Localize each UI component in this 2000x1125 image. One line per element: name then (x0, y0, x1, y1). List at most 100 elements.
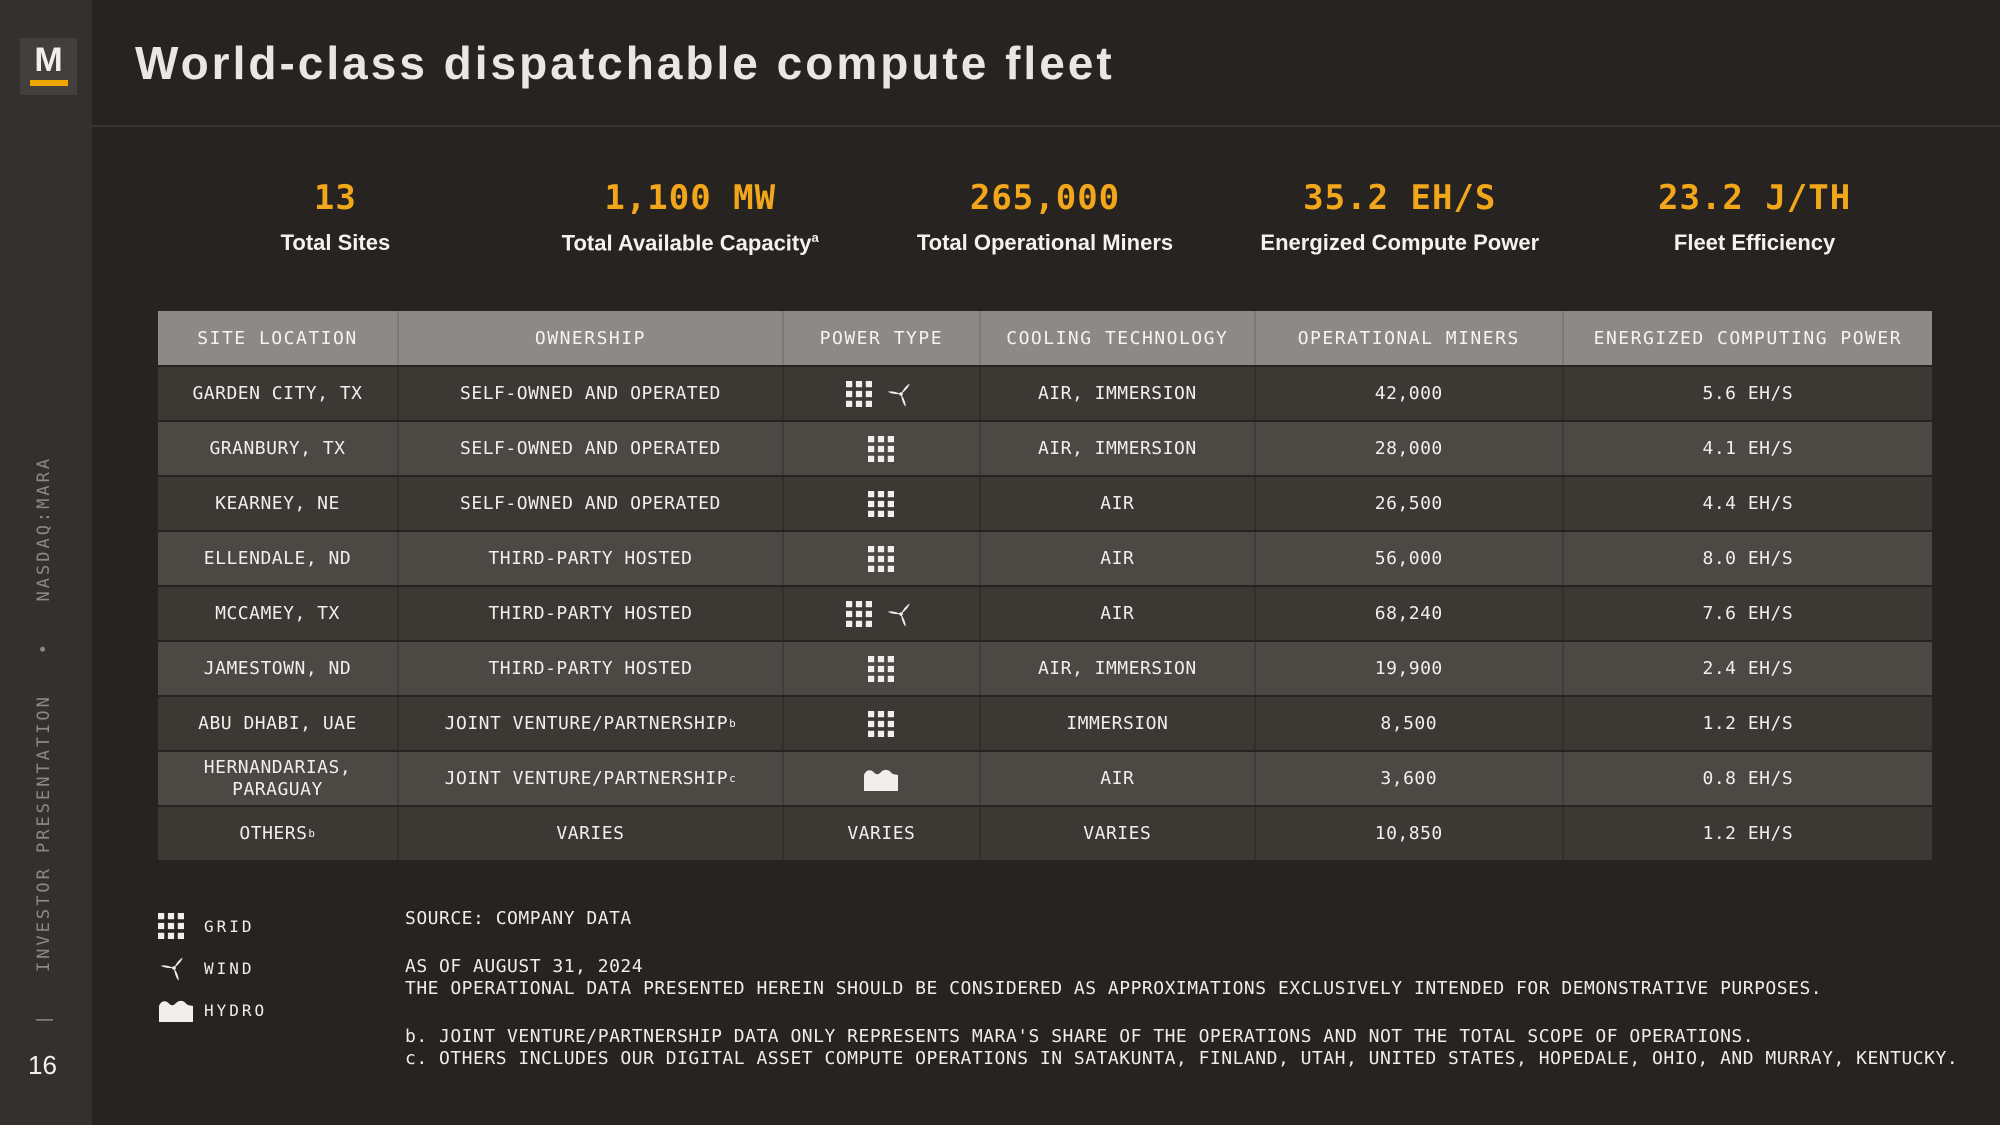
grid-icon (846, 601, 872, 627)
stat-value: 35.2 EH/S (1222, 178, 1577, 218)
cell-ownership: THIRD-PARTY HOSTED (397, 642, 782, 695)
stat-value: 13 (158, 178, 513, 218)
table-row: MCCAMEY, TX THIRD-PARTY HOSTED AIR 68,24… (158, 587, 1932, 642)
cell-cooling: AIR (979, 587, 1254, 640)
cell-miners: 42,000 (1254, 367, 1562, 420)
grid-icon (158, 913, 204, 939)
cell-ownership: JOINT VENTURE/PARTNERSHIPc (397, 752, 782, 805)
cell-site: MCCAMEY, TX (158, 587, 397, 640)
cell-energized: 0.8 EH/S (1562, 752, 1932, 805)
cell-energized: 1.2 EH/S (1562, 807, 1932, 860)
sidebar-vertical-text: | INVESTOR PRESENTATION • NASDAQ:MARA (34, 480, 54, 1025)
stat-total-miners: 265,000 Total Operational Miners (868, 178, 1223, 256)
source-note: SOURCE: COMPANY DATA (405, 908, 1965, 930)
sidebar: M | INVESTOR PRESENTATION • NASDAQ:MARA … (0, 0, 92, 1125)
footnote-marker: c (729, 772, 736, 785)
logo-letter: M (20, 41, 77, 80)
stat-label: Fleet Efficiency (1577, 230, 1932, 256)
table-row: ELLENDALE, ND THIRD-PARTY HOSTED AIR 56,… (158, 532, 1932, 587)
col-header-site-location: SITE LOCATION (158, 311, 397, 365)
footnote-c: c. OTHERS INCLUDES OUR DIGITAL ASSET COM… (405, 1048, 1965, 1070)
grid-icon (868, 656, 894, 682)
cell-power-type (782, 587, 979, 640)
table-row: HERNANDARIAS, PARAGUAY JOINT VENTURE/PAR… (158, 752, 1932, 807)
cell-site: ABU DHABI, UAE (158, 697, 397, 750)
stat-compute-power: 35.2 EH/S Energized Compute Power (1222, 178, 1577, 256)
power-type-legend: GRID WIND HYDRO (158, 905, 267, 1031)
stat-value: 23.2 J/TH (1577, 178, 1932, 218)
footnote-marker: b (308, 827, 315, 840)
legend-label: HYDRO (204, 1001, 267, 1020)
table-row: JAMESTOWN, ND THIRD-PARTY HOSTED AIR, IM… (158, 642, 1932, 697)
disclaimer-note: THE OPERATIONAL DATA PRESENTED HEREIN SH… (405, 978, 1965, 1000)
cell-energized: 1.2 EH/S (1562, 697, 1932, 750)
table-row: GRANBURY, TX SELF-OWNED AND OPERATED AIR… (158, 422, 1932, 477)
cell-cooling: AIR, IMMERSION (979, 642, 1254, 695)
legend-item-wind: WIND (158, 947, 267, 989)
cell-site: KEARNEY, NE (158, 477, 397, 530)
col-header-energized-computing-power: ENERGIZED COMPUTING POWER (1562, 311, 1932, 365)
cell-ownership: THIRD-PARTY HOSTED (397, 587, 782, 640)
grid-icon (868, 711, 894, 737)
cell-miners: 68,240 (1254, 587, 1562, 640)
footnote-b: b. JOINT VENTURE/PARTNERSHIP DATA ONLY R… (405, 1026, 1965, 1048)
cell-cooling: AIR, IMMERSION (979, 367, 1254, 420)
cell-power-type: VARIES (782, 807, 979, 860)
cell-power-type (782, 642, 979, 695)
col-header-cooling-technology: COOLING TECHNOLOGY (979, 311, 1254, 365)
cell-site: OTHERSb (158, 807, 397, 860)
cell-energized: 2.4 EH/S (1562, 642, 1932, 695)
footnote-marker: b (729, 717, 736, 730)
legend-item-hydro: HYDRO (158, 989, 267, 1031)
cell-ownership: SELF-OWNED AND OPERATED (397, 367, 782, 420)
mara-logo: M (20, 38, 77, 95)
cell-miners: 8,500 (1254, 697, 1562, 750)
wind-icon (158, 952, 204, 984)
cell-ownership: SELF-OWNED AND OPERATED (397, 422, 782, 475)
cell-energized: 7.6 EH/S (1562, 587, 1932, 640)
cell-energized: 5.6 EH/S (1562, 367, 1932, 420)
wind-icon (885, 598, 917, 630)
cell-miners: 26,500 (1254, 477, 1562, 530)
title-bar: World-class dispatchable compute fleet (92, 0, 2000, 127)
as-of-note: AS OF AUGUST 31, 2024 (405, 956, 1965, 978)
table-row: KEARNEY, NE SELF-OWNED AND OPERATED AIR … (158, 477, 1932, 532)
col-header-ownership: OWNERSHIP (397, 311, 782, 365)
footnotes: SOURCE: COMPANY DATA AS OF AUGUST 31, 20… (405, 908, 1965, 1070)
stat-label: Total Sites (158, 230, 513, 256)
wind-icon (885, 378, 917, 410)
cell-miners: 10,850 (1254, 807, 1562, 860)
table-header-row: SITE LOCATION OWNERSHIP POWER TYPE COOLI… (158, 311, 1932, 367)
grid-icon (868, 546, 894, 572)
cell-cooling: VARIES (979, 807, 1254, 860)
slide-root: M | INVESTOR PRESENTATION • NASDAQ:MARA … (0, 0, 2000, 1125)
table-row: ABU DHABI, UAE JOINT VENTURE/PARTNERSHIP… (158, 697, 1932, 752)
legend-item-grid: GRID (158, 905, 267, 947)
page-title: World-class dispatchable compute fleet (135, 36, 1115, 90)
cell-cooling: AIR, IMMERSION (979, 422, 1254, 475)
cell-power-type (782, 532, 979, 585)
slide-content: World-class dispatchable compute fleet 1… (92, 0, 2000, 1125)
cell-cooling: IMMERSION (979, 697, 1254, 750)
hydro-icon (863, 766, 899, 792)
cell-power-type (782, 367, 979, 420)
cell-power-type (782, 477, 979, 530)
cell-power-type (782, 422, 979, 475)
cell-power-type (782, 752, 979, 805)
grid-icon (868, 491, 894, 517)
stat-fleet-efficiency: 23.2 J/TH Fleet Efficiency (1577, 178, 1932, 256)
cell-energized: 8.0 EH/S (1562, 532, 1932, 585)
cell-site: GRANBURY, TX (158, 422, 397, 475)
table-row: OTHERSb VARIES VARIES VARIES 10,850 1.2 … (158, 807, 1932, 862)
grid-icon (868, 436, 894, 462)
footnote-marker: a (811, 230, 818, 245)
cell-ownership: VARIES (397, 807, 782, 860)
cell-cooling: AIR (979, 532, 1254, 585)
table-row: GARDEN CITY, TX SELF-OWNED AND OPERATED … (158, 367, 1932, 422)
cell-energized: 4.4 EH/S (1562, 477, 1932, 530)
stat-value: 265,000 (868, 178, 1223, 218)
stat-label: Total Operational Miners (868, 230, 1223, 256)
stat-total-sites: 13 Total Sites (158, 178, 513, 256)
stat-label: Total Available Capacitya (513, 230, 868, 256)
stat-total-capacity: 1,100 MW Total Available Capacitya (513, 178, 868, 256)
